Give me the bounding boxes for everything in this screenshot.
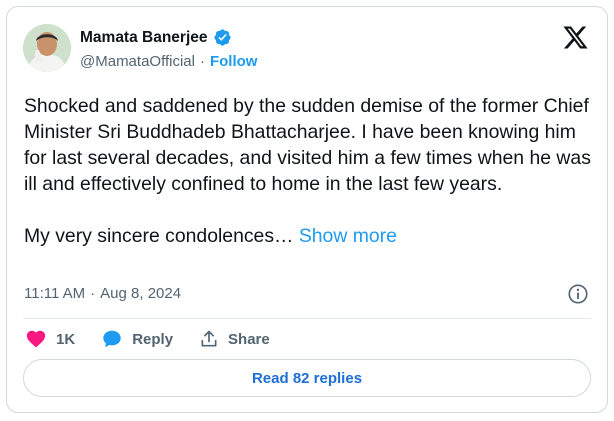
follow-button[interactable]: Follow [210, 53, 258, 70]
author-handle[interactable]: @MamataOfficial [80, 53, 195, 70]
avatar-image [23, 24, 71, 72]
read-replies-button[interactable]: Read 82 replies [23, 359, 591, 397]
tweet-time: 11:11 AM [24, 285, 86, 302]
info-icon[interactable] [567, 283, 589, 305]
avatar[interactable] [23, 24, 71, 72]
tweet-date: Aug 8, 2024 [100, 285, 182, 302]
tweet-timestamp[interactable]: 11:11 AM · Aug 8, 2024 [24, 285, 181, 302]
like-count: 1K [56, 330, 76, 348]
reply-bubble-icon [103, 330, 121, 348]
action-bar: 1K Reply Share [25, 328, 296, 350]
show-more-link[interactable]: Show more [299, 225, 397, 247]
heart-icon [26, 330, 46, 348]
x-logo-icon[interactable] [562, 24, 589, 51]
reply-button[interactable]: Reply [101, 328, 173, 350]
tweet-card: Mamata Banerjee @MamataOfficial · Follow… [6, 6, 608, 413]
author-handle-row: @MamataOfficial · Follow [80, 53, 257, 70]
like-button[interactable]: 1K [25, 328, 75, 350]
share-icon [201, 330, 217, 347]
verified-badge-icon [213, 29, 231, 46]
author-name[interactable]: Mamata Banerjee [80, 29, 208, 47]
timestamp-separator: · [90, 285, 96, 302]
reply-label: Reply [132, 330, 174, 348]
share-label: Share [228, 330, 270, 348]
author-name-row: Mamata Banerjee [80, 28, 232, 47]
read-replies-label: Read 82 replies [251, 369, 363, 387]
handle-separator: · [199, 53, 205, 70]
divider [23, 318, 591, 319]
share-button[interactable]: Share [199, 329, 270, 349]
tweet-text-container: Shocked and saddened by the sudden demis… [24, 93, 594, 249]
